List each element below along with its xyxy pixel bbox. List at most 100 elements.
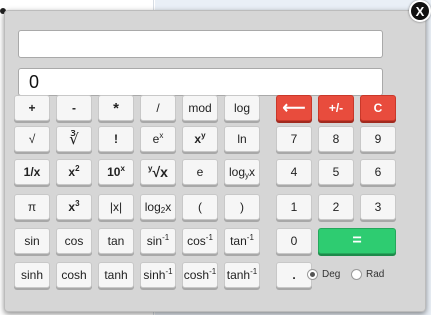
ten-power-base: 10 (107, 165, 121, 179)
digit-4-label: 4 (290, 165, 298, 179)
cube-base: x (68, 200, 76, 214)
close-icon: X (415, 3, 425, 19)
backspace-icon: ⟵ (282, 100, 306, 117)
mod-label: mod (188, 101, 212, 115)
close-button[interactable]: X (409, 0, 431, 22)
yroot-button[interactable]: y √x (140, 159, 176, 185)
exp-button[interactable]: ex (140, 126, 176, 152)
acosh-button[interactable]: cosh -1 (182, 262, 218, 288)
pow-base: x (194, 132, 202, 146)
asinh-label: sinh (143, 268, 166, 282)
tanh-button[interactable]: tanh (98, 262, 134, 288)
rad-radio-dot[interactable] (351, 269, 362, 280)
ten-power-button[interactable]: 10 x (98, 159, 134, 185)
digit-4-button[interactable]: 4 (276, 159, 312, 185)
digit-9-button[interactable]: 9 (360, 126, 396, 152)
factorial-button[interactable]: ! (98, 126, 134, 152)
clear-label: C (373, 101, 383, 115)
tanh-label: tanh (104, 268, 128, 282)
digit-6-button[interactable]: 6 (360, 159, 396, 185)
e-button[interactable]: e (182, 159, 218, 185)
left-paren-button[interactable]: ( (182, 194, 218, 220)
cosh-label: cosh (61, 268, 87, 282)
ten-power-sup: x (120, 163, 125, 173)
acos-sup: -1 (205, 232, 213, 242)
atanh-sup: -1 (250, 266, 258, 276)
atan-sup: -1 (246, 232, 254, 242)
digit-1-label: 1 (290, 200, 298, 214)
deg-radio-label: Deg (322, 269, 341, 280)
sqrt-label: √ (28, 132, 36, 146)
divide-button[interactable]: / (140, 95, 176, 121)
digit-0-button[interactable]: 0 (276, 228, 312, 254)
plus-minus-button[interactable]: +/- (318, 95, 354, 121)
sin-label: sin (24, 234, 40, 248)
deg-radio-dot[interactable] (307, 269, 318, 280)
deg-radio[interactable]: Deg (307, 269, 340, 280)
cube-button[interactable]: x3 (56, 194, 92, 220)
digit-2-button[interactable]: 2 (318, 194, 354, 220)
cbrt-button[interactable]: ∛ (56, 126, 92, 152)
logyx-tail: x (249, 165, 255, 179)
digit-7-button[interactable]: 7 (276, 126, 312, 152)
digit-8-button[interactable]: 8 (318, 126, 354, 152)
digit-5-button[interactable]: 5 (318, 159, 354, 185)
digit-8-label: 8 (332, 132, 340, 146)
abs-button[interactable]: |x| (98, 194, 134, 220)
asin-button[interactable]: sin -1 (140, 228, 176, 254)
digit-2-label: 2 (332, 200, 340, 214)
mod-button[interactable]: mod (182, 95, 218, 121)
cbrt-label: ∛ (69, 131, 79, 148)
backspace-button[interactable]: ⟵ (276, 95, 312, 121)
tan-button[interactable]: tan (98, 228, 134, 254)
sinh-button[interactable]: sinh (14, 262, 50, 288)
ln-button[interactable]: ln (224, 126, 260, 152)
digit-3-button[interactable]: 3 (360, 194, 396, 220)
equals-button[interactable]: = (318, 228, 396, 254)
power-button[interactable]: xy (182, 126, 218, 152)
log2-button[interactable]: log 2 x (140, 194, 176, 220)
reciprocal-button[interactable]: 1/x (14, 159, 50, 185)
acos-button[interactable]: cos -1 (182, 228, 218, 254)
rad-radio[interactable]: Rad (351, 269, 384, 280)
multiply-button[interactable]: * (98, 95, 134, 121)
logyx-button[interactable]: log y x (224, 159, 260, 185)
digit-1-button[interactable]: 1 (276, 194, 312, 220)
expression-display (18, 30, 383, 58)
divide-label: / (156, 101, 160, 115)
logyx-sub: y (245, 170, 249, 180)
atan-label: tan (230, 234, 247, 248)
log-button[interactable]: log (224, 95, 260, 121)
plus-button[interactable]: + (14, 95, 50, 121)
tan-label: tan (107, 234, 125, 248)
sin-button[interactable]: sin (14, 228, 50, 254)
cos-button[interactable]: cos (56, 228, 92, 254)
atan-button[interactable]: tan -1 (224, 228, 260, 254)
rad-radio-label: Rad (366, 269, 385, 280)
square-sup: 2 (75, 163, 80, 173)
acosh-sup: -1 (209, 266, 217, 276)
pi-button[interactable]: π (14, 194, 50, 220)
log-label: log (233, 101, 250, 115)
sqrt-button[interactable]: √ (14, 126, 50, 152)
clear-button[interactable]: C (360, 95, 396, 121)
acosh-label: cosh (183, 268, 210, 282)
asinh-button[interactable]: sinh -1 (140, 262, 176, 288)
digit-5-label: 5 (332, 165, 340, 179)
minus-button[interactable]: - (56, 95, 92, 121)
square-button[interactable]: x2 (56, 159, 92, 185)
digit-0-label: 0 (290, 234, 298, 248)
left-paren-label: ( (198, 200, 202, 214)
cosh-button[interactable]: cosh (56, 262, 92, 288)
minus-label: - (72, 101, 76, 115)
pow-sup: y (201, 130, 206, 140)
e-label: e (196, 165, 204, 179)
factorial-label: ! (114, 132, 118, 146)
cube-sup: 3 (75, 198, 80, 208)
cos-label: cos (64, 234, 84, 248)
right-paren-button[interactable]: ) (224, 194, 260, 220)
yroot-label: √x (152, 164, 168, 180)
reciprocal-label: 1/x (23, 165, 41, 179)
atanh-button[interactable]: tanh -1 (224, 262, 260, 288)
equals-label: = (352, 232, 362, 249)
